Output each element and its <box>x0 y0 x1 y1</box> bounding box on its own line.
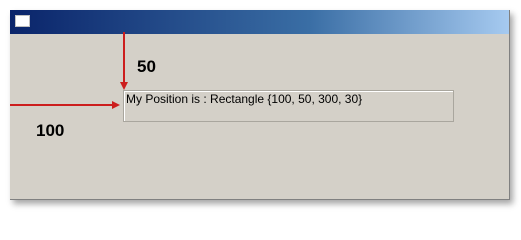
left-offset-label: 100 <box>36 121 65 140</box>
top-offset-label: 50 <box>137 57 156 76</box>
window-icon[interactable] <box>15 15 30 27</box>
app-window: My Position is : Rectangle {100, 50, 300… <box>10 10 510 200</box>
title-bar[interactable] <box>10 10 509 34</box>
position-label: My Position is : Rectangle {100, 50, 300… <box>123 90 454 122</box>
